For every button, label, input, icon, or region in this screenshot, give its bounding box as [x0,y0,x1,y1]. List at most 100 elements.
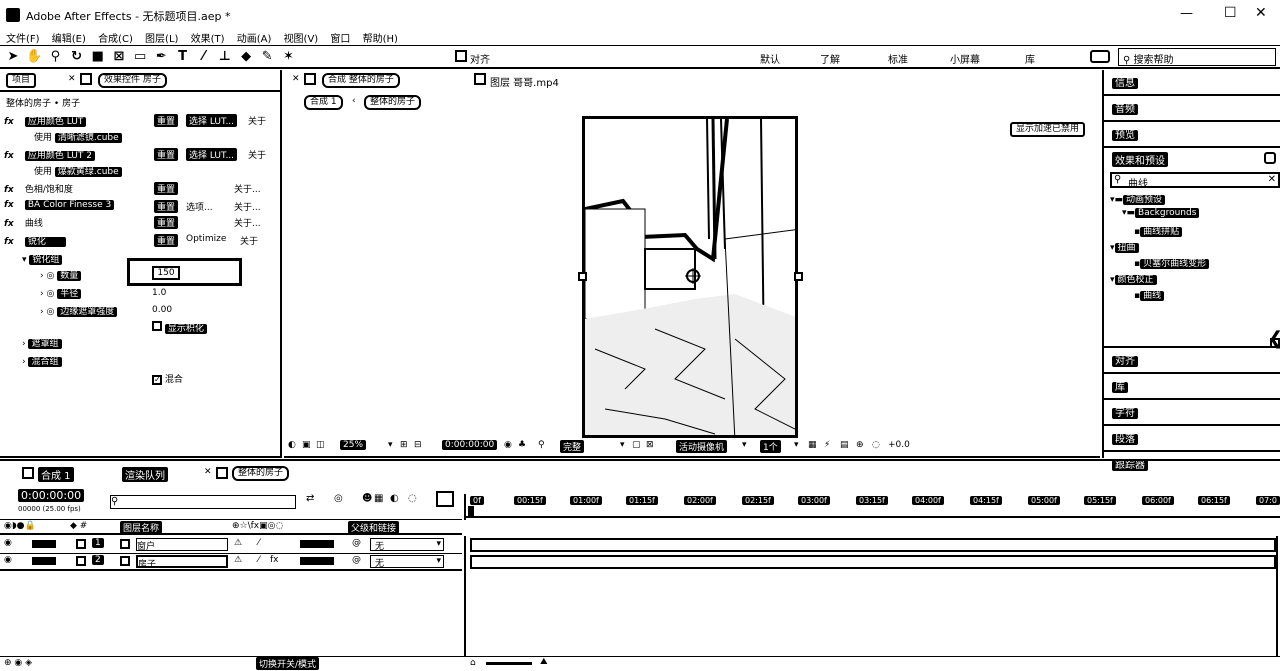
eraser-icon[interactable]: ◆ [238,49,254,65]
about-button[interactable]: 关于 [248,148,266,161]
rect-mask-icon[interactable]: ▭ [132,49,148,65]
label-color-icon[interactable] [76,556,86,566]
layer-search-field[interactable]: ⚲ [110,495,296,509]
tab-effect-controls[interactable]: 效果控件 房子 [98,73,167,88]
zoom-icon[interactable]: ⚲ [47,49,63,65]
motion-blur-icon[interactable]: ◐ [390,493,399,504]
label-color-icon[interactable] [76,539,86,549]
zoom-slider[interactable] [486,662,532,665]
switches-bar[interactable] [300,557,334,565]
reset-button[interactable]: 重置 [154,234,179,247]
resize-handle-right[interactable] [794,272,803,281]
mask-visibility-icon[interactable]: ◫ [316,440,325,450]
close-button[interactable]: ✕ [1255,5,1267,21]
transparency-grid-icon[interactable]: ⊠ [646,440,654,450]
reset-button[interactable]: 重置 [154,182,179,195]
resolution-select[interactable]: 完整 [560,440,585,453]
tree-item[interactable]: ▾▬ 动画预设 [1110,192,1280,208]
menu-effect[interactable]: 效果(T) [191,34,225,45]
group-row[interactable]: › 遮罩组 [22,336,292,352]
effects-search-field[interactable]: ⚲ 曲线 ✕ [1110,172,1280,190]
chevron-down-icon[interactable]: ▾ [742,440,747,450]
panel-character[interactable]: 字符 [1104,400,1280,426]
expand-arrow-icon[interactable]: › [22,357,26,367]
about-button[interactable]: 关于 [240,234,258,247]
about-button[interactable]: 关于 [248,114,266,127]
chevron-down-icon[interactable]: ▾ [794,440,799,450]
fx-icon[interactable]: fx [4,219,22,229]
panel-paragraph[interactable]: 段落 [1104,426,1280,452]
fx-icon[interactable]: fx [4,185,22,195]
parent-select[interactable]: 无 ▾ [370,555,444,569]
tree-item[interactable]: ▾▬ Backgrounds [1110,208,1280,224]
checked-checkbox[interactable]: ✓ [152,375,162,385]
tree-item[interactable]: ▾ 颜色校正 [1110,272,1280,288]
show-mask-row[interactable]: 显示积化 [152,321,207,334]
toggle-switches-modes[interactable]: 切换开关/模式 [256,657,320,670]
reset-button[interactable]: 重置 [154,216,179,229]
preview-icon[interactable]: ◐ [288,440,296,450]
pickwhip-icon[interactable]: @ [352,555,361,565]
comp-crumb-2[interactable]: 整体的房子 [364,95,422,110]
menu-layer[interactable]: 图层(L) [145,34,178,45]
type-icon[interactable]: T [175,49,191,65]
chevron-down-icon[interactable]: ▾ [620,440,625,450]
zoom-select[interactable]: 25% [340,440,367,450]
pen-icon[interactable]: ✒ [153,49,169,65]
panel-align[interactable]: 对齐 [1104,348,1280,374]
workspace-library[interactable]: 库 [1025,51,1035,66]
switches-bar[interactable] [300,540,334,548]
puppet-pin-icon[interactable]: ✶ [280,49,296,65]
footer-icons[interactable]: ⊕ ◉ ◈ [4,658,32,668]
radius-value[interactable]: 1.0 [152,288,166,298]
region-icon[interactable]: ⊟ [414,440,422,450]
reset-button[interactable]: 重置 [154,114,179,127]
select-lut-button[interactable]: 选择 LUT... [186,148,238,161]
lock-icon[interactable] [304,73,316,85]
effect-row[interactable]: fx 锐化 重置 Optimize 关于 [4,234,274,250]
selection-arrow-icon[interactable]: ➤ [5,49,21,65]
expand-arrow-icon[interactable]: › [22,339,26,349]
close-tab-icon[interactable]: ✕ [204,467,212,477]
show-snapshot-icon[interactable]: ♣ [518,440,526,450]
tree-item[interactable]: ▾ 扭曲 [1110,240,1280,256]
about-button[interactable]: 关于... [234,216,261,229]
clear-search-icon[interactable]: ✕ [1268,174,1276,185]
safe-zones-icon[interactable]: ⊞ [400,440,408,450]
fx-icon[interactable]: fx [4,200,22,210]
layer-duration-bar[interactable] [470,555,1276,569]
brush-icon[interactable]: ⁄ [196,49,212,65]
roto-brush-icon[interactable]: ✎ [259,49,275,65]
tab-project[interactable]: 项目 [6,73,37,88]
exposure-value[interactable]: +0.0 [888,440,910,450]
pickwhip-icon[interactable]: @ [352,538,361,548]
workspace-learn[interactable]: 了解 [820,51,840,66]
comp-mini-flowchart-icon[interactable]: ⇄ [306,493,314,504]
timeline-icon[interactable]: ▤ [840,440,849,450]
parent-select[interactable]: 无 ▾ [370,538,444,552]
menu-file[interactable]: 文件(F) [6,34,40,45]
hand-icon[interactable]: ✋ [26,49,42,65]
expand-arrow-icon[interactable]: › [40,307,44,317]
shy-switch-icon[interactable]: ⚠ [234,555,242,565]
expand-arrow-icon[interactable]: › [40,289,44,299]
zoom-in-icon[interactable]: ⛰ [540,657,548,667]
eye-icon[interactable]: ◉ [4,555,12,565]
tab-render-queue[interactable]: 渲染队列 [122,467,168,482]
menu-animation[interactable]: 动画(A) [237,34,272,45]
about-button[interactable]: 关于... [234,182,261,195]
blend-row[interactable]: ✓ 混合 [152,372,183,385]
edge-mask-value[interactable]: 0.00 [152,305,172,315]
audio-solo-icon[interactable] [32,540,56,548]
fx-icon[interactable]: fx [4,237,22,247]
about-button[interactable]: 关于... [234,200,261,213]
zoom-out-icon[interactable]: ⌂ [470,658,476,668]
playhead[interactable] [468,506,474,516]
amount-value[interactable]: 150 [152,266,180,280]
draft-3d-icon[interactable]: ◎ [334,493,343,504]
panel-library[interactable]: 库 [1104,374,1280,400]
grid-icon[interactable]: ▣ [302,440,311,450]
effect-row[interactable]: fx 曲线 重置 关于... [4,216,274,232]
tree-item[interactable]: ▪ 曲线拼贴 [1110,224,1280,240]
menu-view[interactable]: 视图(V) [284,34,319,45]
